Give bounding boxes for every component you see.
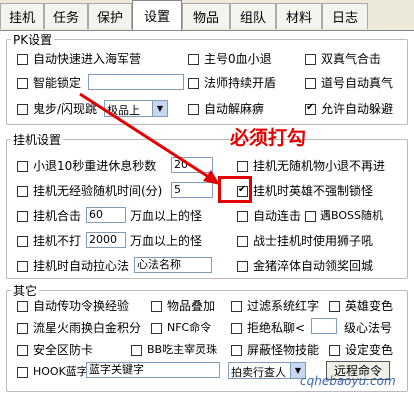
settings-panel: PK设置 自动快速进入海军营 主号0血小退 双真气合击 智能锁定 法师持续开盾 … (0, 30, 414, 394)
tab-log[interactable]: 日志 (322, 3, 368, 29)
tab-task[interactable]: 任务 (44, 3, 88, 29)
tab-materials[interactable]: 材料 (276, 3, 322, 29)
annotation-arrow (79, 92, 220, 185)
tab-protect[interactable]: 保护 (88, 3, 132, 29)
watermark-text: cqhebaoyu.com (300, 374, 396, 388)
tab-items[interactable]: 物品 (182, 3, 230, 29)
tab-bar: 挂机 任务 保护 设置 物品 组队 材料 日志 (0, 0, 414, 30)
tab-settings[interactable]: 设置 (132, 0, 182, 30)
tab-team[interactable]: 组队 (230, 3, 276, 29)
tab-guaji[interactable]: 挂机 (0, 3, 44, 29)
